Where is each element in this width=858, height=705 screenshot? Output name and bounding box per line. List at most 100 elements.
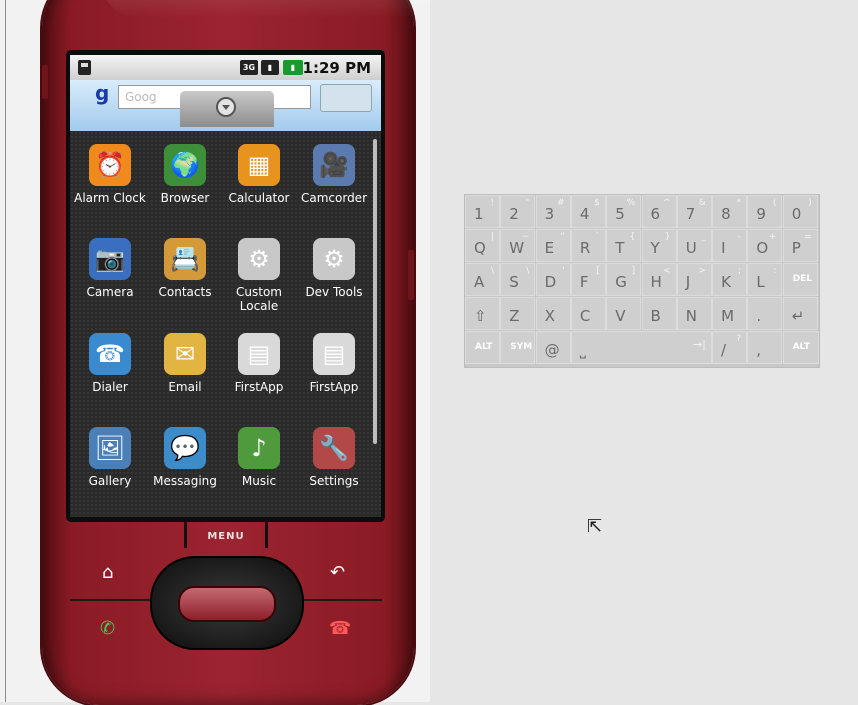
app-browser[interactable]: 🌍 Browser (149, 144, 221, 205)
key-shift[interactable]: ⇧ (465, 297, 500, 330)
key-7[interactable]: 7 & (676, 195, 712, 228)
key-v[interactable]: V (606, 297, 642, 330)
network-3g-icon: 3G (240, 60, 258, 75)
app-label: Camera (86, 285, 134, 299)
key-n[interactable]: N (676, 297, 712, 330)
key-6[interactable]: 6 ^ (641, 195, 677, 228)
volume-button[interactable] (42, 65, 48, 99)
app-music[interactable]: ♪ Music (223, 427, 295, 488)
key-h[interactable]: H < (641, 263, 677, 296)
key-o[interactable]: O + (747, 229, 783, 262)
key-slash[interactable]: /? (712, 331, 747, 364)
end-call-icon[interactable]: ☎ (329, 618, 351, 639)
key-e[interactable]: E " (535, 229, 571, 262)
key-at[interactable]: @ (535, 331, 571, 364)
side-button[interactable] (408, 250, 414, 300)
key-del[interactable]: DEL (782, 263, 818, 296)
dialer-icon: ☎ (89, 333, 131, 375)
key-8[interactable]: 8 * (712, 195, 748, 228)
key-.[interactable]: . (747, 297, 783, 330)
key-j[interactable]: J > (676, 263, 712, 296)
key-z[interactable]: Z (500, 297, 536, 330)
music-icon: ♪ (238, 427, 280, 469)
call-icon[interactable]: ✆ (100, 618, 115, 639)
key-i[interactable]: I- (712, 229, 748, 262)
gallery-icon: 🖼 (89, 427, 131, 469)
key-y[interactable]: Y} (641, 229, 677, 262)
key-4[interactable]: 4 $ (570, 195, 606, 228)
app-settings[interactable]: 🔧 Settings (298, 427, 370, 488)
app-label: Messaging (153, 474, 217, 488)
camcorder-icon: 🎥 (313, 144, 355, 186)
key-q[interactable]: Q | (465, 229, 500, 262)
menu-label: MENU (207, 531, 245, 542)
document-icon: ▤ (238, 333, 280, 375)
app-camera[interactable]: 📷 Camera (74, 238, 146, 299)
key-w[interactable]: W ~ (500, 229, 536, 262)
key-f[interactable]: F[ (570, 263, 606, 296)
app-contacts[interactable]: 📇 Contacts (149, 238, 221, 299)
app-dev-tools[interactable]: ⚙ Dev Tools (298, 238, 370, 299)
key-5[interactable]: 5% (606, 195, 642, 228)
key-alt-left[interactable]: ALT (465, 331, 500, 364)
key-p[interactable]: P = (782, 229, 818, 262)
key-u[interactable]: U _ (676, 229, 712, 262)
key-c[interactable]: C (570, 297, 606, 330)
app-label: Calculator (228, 191, 290, 205)
app-calculator[interactable]: ▦ Calculator (223, 144, 295, 205)
key-enter[interactable]: ↵ (782, 297, 818, 330)
app-alarm-clock[interactable]: ⏰ Alarm Clock (74, 144, 146, 205)
menu-button[interactable]: MENU (184, 522, 268, 548)
key-x[interactable]: X (535, 297, 571, 330)
app-messaging[interactable]: 💬 Messaging (149, 427, 221, 488)
app-email[interactable]: ✉ Email (149, 333, 221, 394)
app-firstapp[interactable]: ▤ FirstApp (298, 333, 370, 394)
scrollbar[interactable] (373, 139, 377, 444)
email-icon: ✉ (164, 333, 206, 375)
app-camcorder[interactable]: 🎥 Camcorder (298, 144, 370, 205)
status-bar: 3G ▮ ▮ 1:29 PM (70, 55, 381, 80)
app-dialer[interactable]: ☎ Dialer (74, 333, 146, 394)
app-label: Contacts (158, 285, 212, 299)
key-s[interactable]: S \ (500, 263, 536, 296)
gear-icon: ⚙ (313, 238, 355, 280)
key-t[interactable]: T{ (606, 229, 642, 262)
key-1[interactable]: 1! (465, 195, 500, 228)
key-a[interactable]: A \ (465, 263, 500, 296)
chevron-down-icon (216, 97, 236, 117)
app-label: Alarm Clock (74, 191, 146, 205)
key-g[interactable]: G] (606, 263, 642, 296)
back-icon[interactable]: ↶ (330, 562, 345, 583)
search-button[interactable] (320, 84, 372, 112)
key-2[interactable]: 2 " (500, 195, 536, 228)
app-custom-locale[interactable]: ⚙ Custom Locale (223, 238, 295, 313)
app-label: Gallery (88, 474, 132, 488)
key-m[interactable]: M (712, 297, 748, 330)
key-3[interactable]: 3 # (535, 195, 571, 228)
settings-icon: 🔧 (313, 427, 355, 469)
soft-keyboard: 1! 2 " 3 #4 $5% 6 ^ 7 & 8 * 9(0) Q | W ~ E " R ` T{Y} U _ I - O + P =… (464, 194, 820, 368)
key-l[interactable]: L: (747, 263, 783, 296)
key-alt-right[interactable]: ALT (782, 331, 819, 364)
key-space[interactable]: ⎵ →| (570, 331, 712, 364)
calculator-icon: ▦ (238, 144, 280, 186)
clock: 1:29 PM (302, 59, 371, 77)
key-d[interactable]: D ' (535, 263, 571, 296)
app-label: FirstApp (234, 380, 284, 394)
key-k[interactable]: K; (712, 263, 748, 296)
app-label: Browser (160, 191, 210, 205)
trackball[interactable] (178, 586, 276, 622)
key-0[interactable]: 0) (782, 195, 818, 228)
app-label: Dialer (92, 380, 128, 394)
key-b[interactable]: B (641, 297, 677, 330)
app-label: Custom Locale (236, 285, 282, 313)
home-icon[interactable]: ⌂ (102, 562, 113, 583)
app-gallery[interactable]: 🖼 Gallery (74, 427, 146, 488)
key-comma[interactable]: , (747, 331, 783, 364)
key-r[interactable]: R ` (570, 229, 606, 262)
key-sym[interactable]: SYM (500, 331, 536, 364)
drawer-handle[interactable] (180, 91, 274, 127)
key-9[interactable]: 9( (747, 195, 783, 228)
app-firstapp[interactable]: ▤ FirstApp (223, 333, 295, 394)
app-label: Settings (309, 474, 359, 488)
